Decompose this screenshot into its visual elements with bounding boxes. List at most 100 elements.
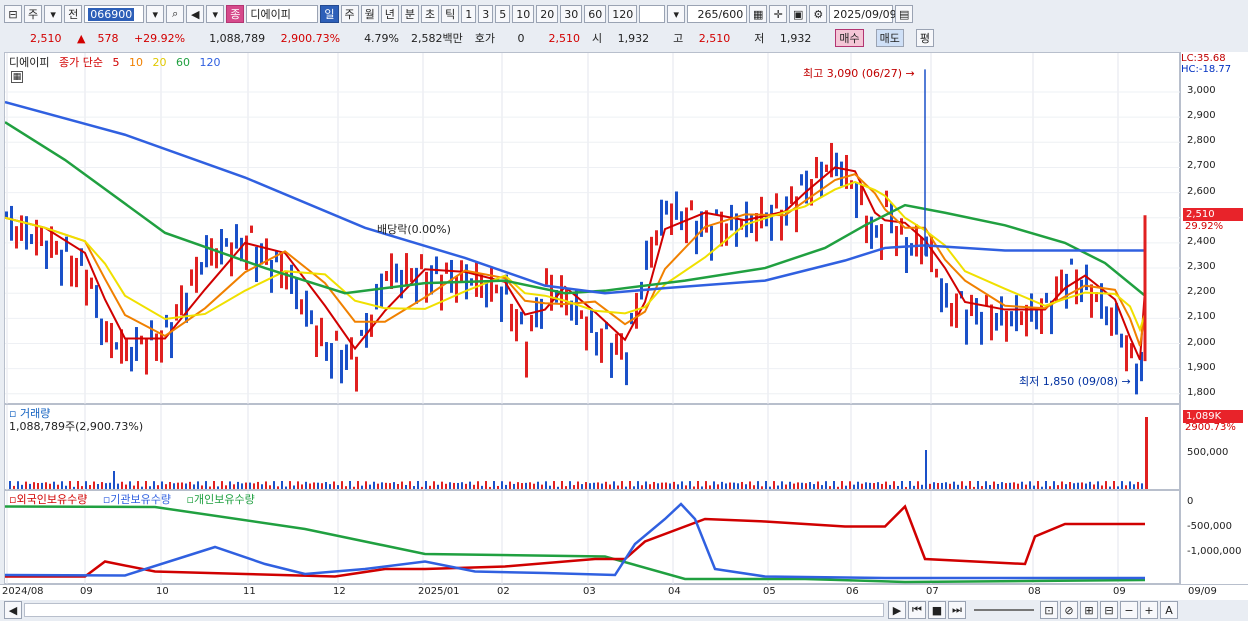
- high-note: 최고 3,090 (06/27) →: [803, 67, 915, 80]
- minute-1[interactable]: 1: [461, 5, 477, 23]
- volume-bar: [981, 486, 983, 489]
- tool-4-icon[interactable]: ⊟: [1100, 601, 1118, 619]
- crosshair-icon[interactable]: ✛: [769, 5, 788, 23]
- search-icon[interactable]: ⌕: [166, 5, 185, 23]
- volume-panel[interactable]: ▫ 거래량 1,088,789주(2,900.73%): [4, 404, 1180, 491]
- mode-select-1[interactable]: 주: [24, 5, 43, 23]
- candle: [40, 227, 43, 247]
- volume-bar: [469, 481, 471, 489]
- volume-bar: [221, 481, 223, 489]
- volume-bar: [445, 483, 447, 489]
- candle: [1060, 269, 1063, 292]
- stock-name-field[interactable]: 디에이피: [246, 5, 319, 23]
- tool-1-icon[interactable]: ⊡: [1040, 601, 1058, 619]
- speaker-dropdown-icon[interactable]: ▾: [206, 5, 225, 23]
- calendar-icon[interactable]: ▤: [895, 5, 914, 23]
- x-axis-labels: 2024/08 09 10 11 12 2025/01 02 03 04 05 06 07 08 09: [0, 585, 1180, 601]
- volume-bar: [213, 481, 215, 489]
- period-minute[interactable]: 분: [400, 5, 419, 23]
- minute-120[interactable]: 120: [608, 5, 638, 23]
- tool-2-icon[interactable]: ⊘: [1060, 601, 1078, 619]
- volume-bar: [1065, 484, 1067, 489]
- period-year[interactable]: 년: [380, 5, 399, 23]
- volume-bar: [873, 483, 875, 489]
- zoom-slider[interactable]: [974, 609, 1034, 611]
- period-week[interactable]: 주: [340, 5, 359, 23]
- volume-bar: [385, 482, 387, 489]
- scrollbar[interactable]: [24, 603, 884, 617]
- candle: [650, 236, 653, 268]
- minute-30[interactable]: 30: [560, 5, 583, 23]
- volume-bar: [921, 484, 923, 489]
- count-input[interactable]: 265/600: [687, 5, 748, 23]
- custom-dropdown-icon[interactable]: ▾: [667, 5, 686, 23]
- minute-3[interactable]: 3: [478, 5, 494, 23]
- volume-bar: [985, 481, 987, 489]
- table-icon[interactable]: ▦: [11, 71, 23, 83]
- volume-bar: [265, 481, 267, 489]
- volume-bar: [1033, 485, 1035, 489]
- candle: [975, 298, 978, 325]
- x-label: 04: [668, 585, 681, 597]
- candle: [110, 322, 113, 359]
- custom-period-input[interactable]: [639, 5, 666, 23]
- volume-bar: [525, 482, 527, 489]
- zoom-in-icon[interactable]: +: [1140, 601, 1158, 619]
- volume-bar: [257, 481, 259, 489]
- candle: [890, 203, 893, 234]
- volume-bar: [801, 482, 803, 489]
- legend-ma60: 60: [175, 56, 190, 69]
- speaker-icon[interactable]: ◀: [186, 5, 205, 23]
- volume-bar: [253, 483, 255, 489]
- candle: [320, 317, 323, 347]
- period-second[interactable]: 초: [421, 5, 440, 23]
- font-icon[interactable]: A: [1160, 601, 1178, 619]
- stock-code-input[interactable]: 066900: [84, 5, 145, 23]
- holder-panel[interactable]: ▫외국인보유수량 ▫기관보유수량 ▫개인보유수량: [4, 490, 1180, 585]
- volume-bar: [1013, 482, 1015, 489]
- volume-bar: [113, 471, 115, 489]
- volume-bar: [897, 485, 899, 489]
- period-day[interactable]: 일: [320, 5, 339, 23]
- period-month[interactable]: 월: [360, 5, 379, 23]
- price-tick: 2,700: [1187, 160, 1216, 172]
- code-dropdown-icon[interactable]: ▾: [146, 5, 165, 23]
- volume-bar: [833, 481, 835, 489]
- first-icon[interactable]: ⏮: [908, 601, 926, 619]
- candle: [60, 249, 63, 286]
- grid-icon[interactable]: ▦: [749, 5, 768, 23]
- scroll-left-icon[interactable]: ◀: [4, 601, 22, 619]
- minute-5[interactable]: 5: [495, 5, 511, 23]
- candle: [595, 332, 598, 356]
- buy-button[interactable]: 매수: [835, 29, 864, 47]
- dropdown-icon[interactable]: ▾: [44, 5, 63, 23]
- stop-icon[interactable]: ■: [928, 601, 946, 619]
- volume-bar: [297, 481, 299, 489]
- minute-20[interactable]: 20: [536, 5, 559, 23]
- volume-bar: [853, 484, 855, 489]
- sell-button[interactable]: 매도: [875, 29, 904, 47]
- candle: [75, 257, 78, 288]
- scroll-right-icon[interactable]: ▶: [888, 601, 906, 619]
- price-chart-panel[interactable]: 디에이피 종가 단순 5 10 20 60 120 ▦ 최고 3,090 (06…: [4, 52, 1181, 405]
- candle: [600, 328, 603, 363]
- zoom-out-icon[interactable]: −: [1120, 601, 1138, 619]
- period-tick[interactable]: 틱: [441, 5, 460, 23]
- last-icon[interactable]: ⏭: [948, 601, 966, 619]
- price-tick: 2,200: [1187, 286, 1216, 298]
- gear-icon[interactable]: ⚙: [809, 5, 828, 23]
- save-icon[interactable]: ▣: [789, 5, 808, 23]
- date-input[interactable]: 2025/09/09: [829, 5, 897, 23]
- quote-bar: 2,510 ▲ 578 +29.92% 1,088,789 2,900.73% …: [0, 28, 1248, 48]
- ma120-line: [4, 100, 1145, 295]
- volume-bar: [493, 481, 495, 489]
- minute-10[interactable]: 10: [512, 5, 535, 23]
- mode-select-2[interactable]: 전: [64, 5, 83, 23]
- eval-button[interactable]: 평: [915, 29, 934, 47]
- tool-3-icon[interactable]: ⊞: [1080, 601, 1098, 619]
- volume-bar: [609, 484, 611, 489]
- volume-bar: [937, 482, 939, 489]
- minute-60[interactable]: 60: [584, 5, 607, 23]
- volume-bar: [177, 482, 179, 489]
- window-icon[interactable]: ⊟: [4, 5, 22, 23]
